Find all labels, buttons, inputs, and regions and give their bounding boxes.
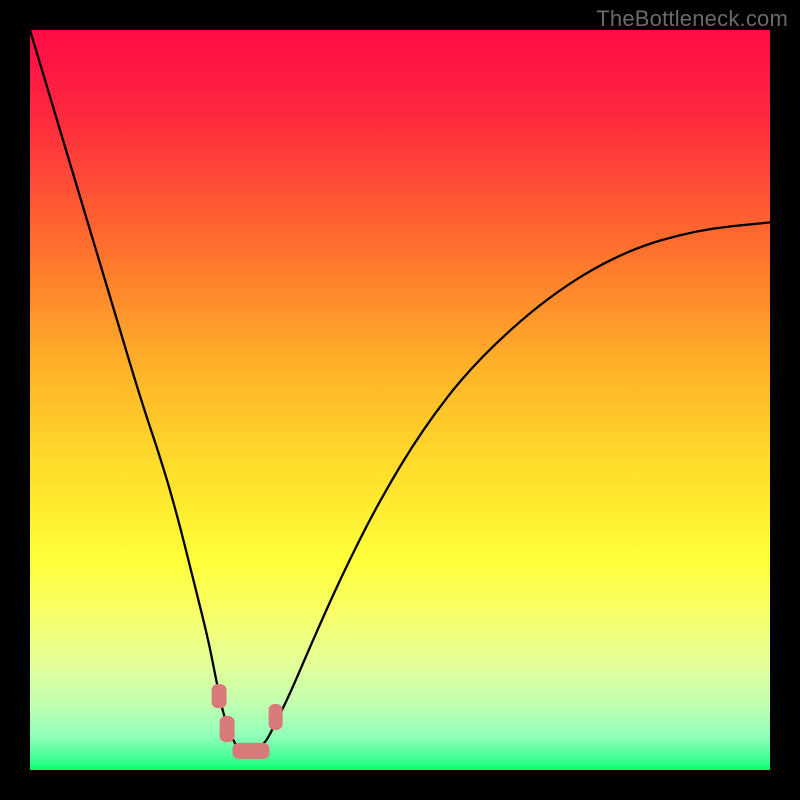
background-gradient (30, 30, 770, 770)
marker-bottom (232, 743, 269, 759)
watermark-text: TheBottleneck.com (596, 6, 788, 32)
frame: TheBottleneck.com (0, 0, 800, 800)
plot-area (30, 30, 770, 770)
marker-left-upper (212, 684, 227, 708)
marker-right (268, 704, 283, 730)
marker-left-lower (219, 716, 234, 742)
